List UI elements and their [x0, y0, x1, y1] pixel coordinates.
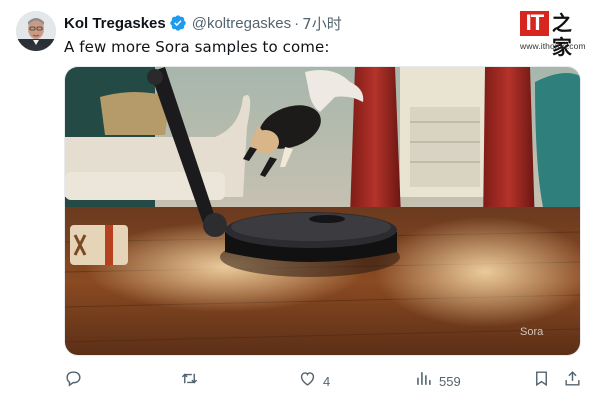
tweet-media-video[interactable]: Sora: [64, 66, 581, 356]
retweet-button[interactable]: [180, 370, 205, 392]
ithome-logo: IT 之家: [520, 11, 588, 59]
views-button[interactable]: 559: [414, 370, 461, 392]
like-button[interactable]: 4: [298, 370, 330, 392]
video-frame: Sora: [65, 67, 580, 355]
author-avatar[interactable]: [16, 11, 56, 51]
views-icon: [414, 369, 433, 393]
share-icon: [563, 369, 582, 393]
views-count: 559: [439, 373, 461, 389]
tweet-header: Kol Tregaskes @koltregaskes · 7小时: [64, 13, 342, 33]
tweet-timestamp[interactable]: 7小时: [302, 13, 342, 34]
ithome-logo-it: IT: [520, 11, 549, 36]
separator-dot: ·: [294, 14, 300, 32]
video-watermark: Sora: [520, 326, 544, 338]
ithome-url: www.ithome.com: [520, 41, 586, 51]
bookmark-icon: [532, 369, 551, 393]
avatar-image: [16, 11, 56, 51]
verified-badge-icon[interactable]: [169, 14, 187, 32]
tweet-action-bar: 4 559: [0, 370, 598, 392]
tweet-text: A few more Sora samples to come:: [64, 38, 330, 56]
ithome-logo-cn: 之家: [551, 11, 572, 59]
bookmark-button[interactable]: [532, 370, 551, 392]
reply-icon: [64, 369, 83, 393]
like-icon: [298, 369, 317, 393]
ithome-watermark: IT 之家 www.ithome.com: [520, 11, 588, 59]
reply-button[interactable]: [64, 370, 89, 392]
share-button[interactable]: [563, 370, 582, 392]
author-handle[interactable]: @koltregaskes: [192, 15, 291, 32]
retweet-icon: [180, 369, 199, 393]
like-count: 4: [323, 373, 331, 389]
author-name[interactable]: Kol Tregaskes: [64, 15, 166, 32]
